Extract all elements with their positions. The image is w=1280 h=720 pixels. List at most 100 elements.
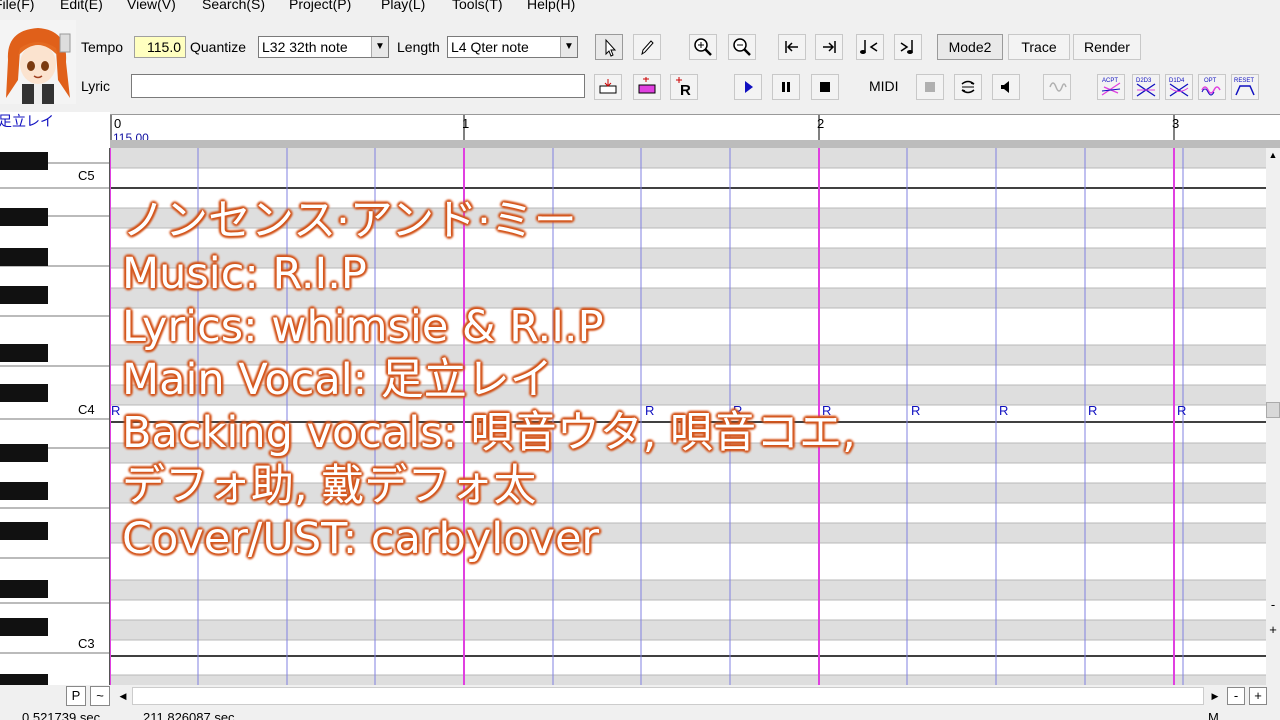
zoom-out-icon [733, 38, 751, 56]
key-label-c3: C3 [78, 636, 95, 651]
credit-song-title: ノンセンス·アンド·ミー [122, 196, 577, 246]
credit-cover-ust: Cover/UST: carbylover [122, 514, 600, 564]
pencil-icon [641, 40, 654, 56]
reset-curve-icon: RESET [1234, 78, 1255, 96]
scroll-right-icon[interactable]: ▶ [1208, 688, 1222, 704]
h-zoom-minus-button[interactable]: - [1227, 687, 1245, 705]
track-name: 足立レイ [0, 113, 54, 129]
quantize-value: L32 32th note [262, 39, 348, 55]
fx-reset-label: RESET [1234, 78, 1254, 84]
note-next-icon [900, 40, 913, 54]
credit-music: Music: R.I.P [122, 249, 367, 299]
fx-d1d4-label: D1D4 [1169, 78, 1185, 84]
stop-icon [820, 82, 830, 92]
fx-acpt-button[interactable]: ACPT [1097, 74, 1125, 100]
length-select[interactable]: L4 Qter note ▼ [447, 36, 578, 58]
arrow-left-bar-icon [785, 41, 798, 53]
zoom-plus-button[interactable]: + [1266, 623, 1280, 637]
avatar[interactable] [0, 20, 76, 104]
credit-backing-vocals-cont: デフォ助, 戴デフォ太 [122, 461, 537, 511]
pointer-tool-button[interactable] [595, 34, 623, 60]
menu-search[interactable]: Search(S) [202, 0, 265, 13]
menu-file[interactable]: File(F) [0, 0, 34, 13]
vertical-scrollbar[interactable]: ▲ - + [1266, 148, 1280, 685]
track-name-area: 足立レイ [0, 112, 110, 148]
speaker-button[interactable] [992, 74, 1020, 100]
play-icon [745, 81, 753, 93]
jump-end-button[interactable] [815, 34, 843, 60]
quantize-select[interactable]: L32 32th note ▼ [258, 36, 389, 58]
p-button[interactable]: P [66, 686, 86, 706]
d2d3-curve-icon: D2D3 [1136, 78, 1156, 97]
menu-edit[interactable]: Edit(E) [60, 0, 103, 13]
key-label-c5: C5 [78, 168, 95, 183]
scroll-up-icon[interactable]: ▲ [1266, 150, 1280, 164]
zoom-in-icon [694, 38, 712, 56]
scroll-thumb[interactable] [1266, 402, 1280, 418]
speaker-icon [1001, 81, 1009, 93]
menu-tools[interactable]: Tools(T) [452, 0, 503, 13]
status-bar: 0.521739 sec 211.826087 sec M [0, 707, 1280, 720]
menu-project[interactable]: Project(P) [289, 0, 351, 13]
tilde-button[interactable]: ~ [90, 686, 110, 706]
tempo-label: Tempo [81, 39, 124, 55]
fx-d1d4-button[interactable]: D1D4 [1165, 74, 1193, 100]
add-rest-button[interactable]: R [670, 74, 698, 100]
trace-button[interactable]: Trace [1008, 34, 1070, 60]
pencil-tool-button[interactable] [633, 34, 661, 60]
fx-d2d3-button[interactable]: D2D3 [1132, 74, 1160, 100]
piano-keyboard[interactable]: C5 C4 C3 [0, 148, 110, 685]
menu-view[interactable]: View(V) [127, 0, 176, 13]
length-label: Length [397, 39, 440, 55]
fx-acpt-label: ACPT [1102, 78, 1118, 84]
d1d4-curve-icon: D1D4 [1169, 78, 1189, 97]
menu-play[interactable]: Play(L) [381, 0, 425, 13]
scroll-track[interactable] [132, 687, 1204, 705]
horizontal-scrollbar[interactable]: P ~ ◀ ▶ - + [0, 685, 1280, 707]
tempo-input[interactable]: 115.0 [134, 36, 186, 58]
next-note-button[interactable] [894, 34, 922, 60]
stop-button[interactable] [811, 74, 839, 100]
credit-lyrics: Lyrics: whimsie & R.I.P [122, 302, 604, 352]
toolbar: Tempo 115.0 Quantize L32 32th note ▼ Len… [0, 14, 1280, 112]
fx-reset-button[interactable]: RESET [1231, 74, 1259, 100]
status-position-time: 0.521739 sec [22, 710, 101, 720]
fx-opt-button[interactable]: OPT [1198, 74, 1226, 100]
lyric-label: Lyric [81, 78, 111, 94]
zoom-in-button[interactable] [689, 34, 717, 60]
zoom-minus-button[interactable]: - [1266, 598, 1280, 612]
render-button[interactable]: Render [1073, 34, 1141, 60]
credit-backing-vocals: Backing vocals: 唄音ウタ, 唄音コエ, [122, 408, 856, 458]
prev-note-button[interactable] [856, 34, 884, 60]
status-total-time: 211.826087 sec [143, 710, 235, 720]
quantize-label: Quantize [190, 39, 247, 55]
credits-overlay: ノンセンス·アンド·ミー Music: R.I.P Lyrics: whimsi… [122, 195, 1222, 566]
play-button[interactable] [734, 74, 762, 100]
insert-note-icon [599, 79, 617, 94]
midi-record-button[interactable] [916, 74, 944, 100]
credit-main-vocal: Main Vocal: 足立レイ [122, 355, 553, 405]
fx-opt-label: OPT [1204, 78, 1217, 84]
insert-note-button[interactable] [594, 74, 622, 100]
add-note-button[interactable] [633, 74, 661, 100]
lyric-input[interactable] [131, 74, 585, 98]
note-prev-icon [860, 40, 878, 54]
ruler-strip [110, 140, 1280, 148]
midi-label: MIDI [869, 78, 899, 94]
menu-bar: File(F) Edit(E) View(V) Search(S) Projec… [0, 0, 1280, 14]
pause-button[interactable] [772, 74, 800, 100]
scroll-left-icon[interactable]: ◀ [116, 688, 130, 704]
mode2-button[interactable]: Mode2 [937, 34, 1003, 60]
jump-start-button[interactable] [778, 34, 806, 60]
pause-icon [782, 82, 790, 92]
rest-note[interactable]: R [111, 403, 120, 418]
h-zoom-plus-button[interactable]: + [1249, 687, 1267, 705]
zoom-out-button[interactable] [728, 34, 756, 60]
midi-loop-button[interactable] [954, 74, 982, 100]
menu-help[interactable]: Help(H) [527, 0, 575, 13]
length-value: L4 Qter note [451, 39, 529, 55]
status-mode: M [1208, 710, 1219, 720]
svg-text:R: R [680, 82, 691, 99]
metronome-button[interactable] [1043, 74, 1071, 100]
key-label-c4: C4 [78, 402, 95, 417]
